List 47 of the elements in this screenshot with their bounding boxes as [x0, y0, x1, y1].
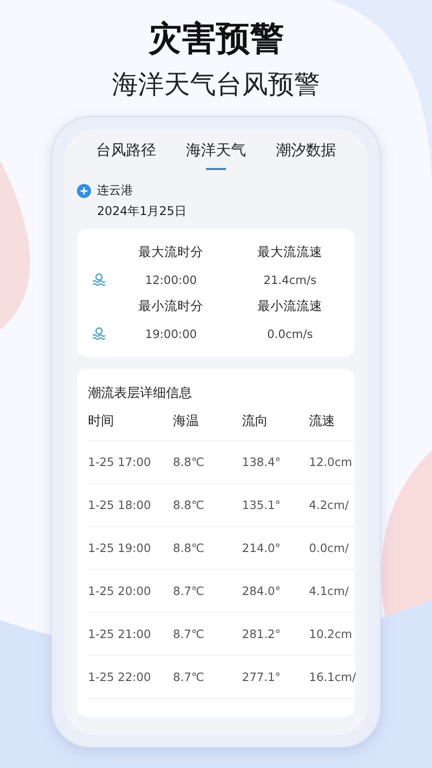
tab[interactable]: 台风路径 — [94, 141, 158, 170]
table-cell-text: 1-25 21:00 — [88, 627, 152, 641]
table-cell-text: 8.7℃ — [173, 584, 206, 598]
date-text: 2024年1月25日 — [97, 203, 188, 220]
table-cell-text: 4.1cm/ — [309, 584, 350, 598]
subheadline: 海洋天气台风预警 — [112, 69, 320, 102]
column-header: 流速 — [309, 413, 336, 430]
table-cell-text: 135.1° — [242, 498, 282, 512]
table-title: 潮流表层详细信息 — [88, 385, 193, 402]
table-cell-text: 4.2cm/ — [309, 498, 350, 512]
tide-icon — [91, 326, 107, 340]
column-header: 流向 — [242, 413, 269, 430]
summary-label: 最大流时分 — [138, 244, 204, 261]
headline: 灾害预警 — [148, 18, 284, 60]
table-cell-text: 1-25 18:00 — [88, 498, 152, 512]
tide-icon — [91, 272, 107, 286]
table-cell-text: 214.0° — [242, 541, 282, 555]
table-cell-text: 8.8℃ — [173, 498, 206, 512]
table-cell-text: 281.2° — [242, 627, 282, 641]
table-cell-text: 0.0cm/ — [309, 541, 350, 555]
column-header: 海温 — [173, 413, 200, 430]
table-cell-text: 1-25 22:00 — [88, 670, 152, 684]
table-cell-text: 8.7℃ — [173, 670, 206, 684]
summary-value: 12:00:00 — [144, 272, 198, 286]
summary-value: 21.4cm/s — [262, 272, 318, 286]
column-header: 时间 — [88, 413, 115, 430]
location-name: 连云港 — [97, 182, 133, 199]
table-cell-text: 277.1° — [242, 670, 282, 684]
table-cell-text: 138.4° — [242, 455, 282, 469]
table-cell-text: 284.0° — [242, 584, 282, 598]
table-cell-text: 8.8℃ — [173, 455, 206, 469]
table-cell-text: 1-25 19:00 — [88, 541, 152, 555]
table-cell-text: 12.0cm — [309, 455, 354, 469]
table-cell-text: 8.7℃ — [173, 627, 206, 641]
tab[interactable]: 海洋天气 — [184, 141, 248, 170]
table-cell-text: 8.8℃ — [173, 541, 206, 555]
table-cell-text: 1-25 20:00 — [88, 584, 152, 598]
summary-value: 0.0cm/s — [266, 326, 314, 340]
summary-label: 最大流流速 — [256, 244, 324, 261]
table-cell-text: 1-25 17:00 — [88, 455, 152, 469]
table-cell: 16.1cm/ — [309, 670, 356, 684]
plus-icon[interactable] — [77, 184, 91, 198]
summary-label: 最小流流速 — [256, 298, 324, 315]
summary-label: 最小流时分 — [138, 298, 204, 315]
summary-value: 19:00:00 — [144, 326, 198, 340]
table-cell-text: 10.2cm — [309, 627, 354, 641]
tab[interactable]: 潮汐数据 — [274, 141, 338, 170]
